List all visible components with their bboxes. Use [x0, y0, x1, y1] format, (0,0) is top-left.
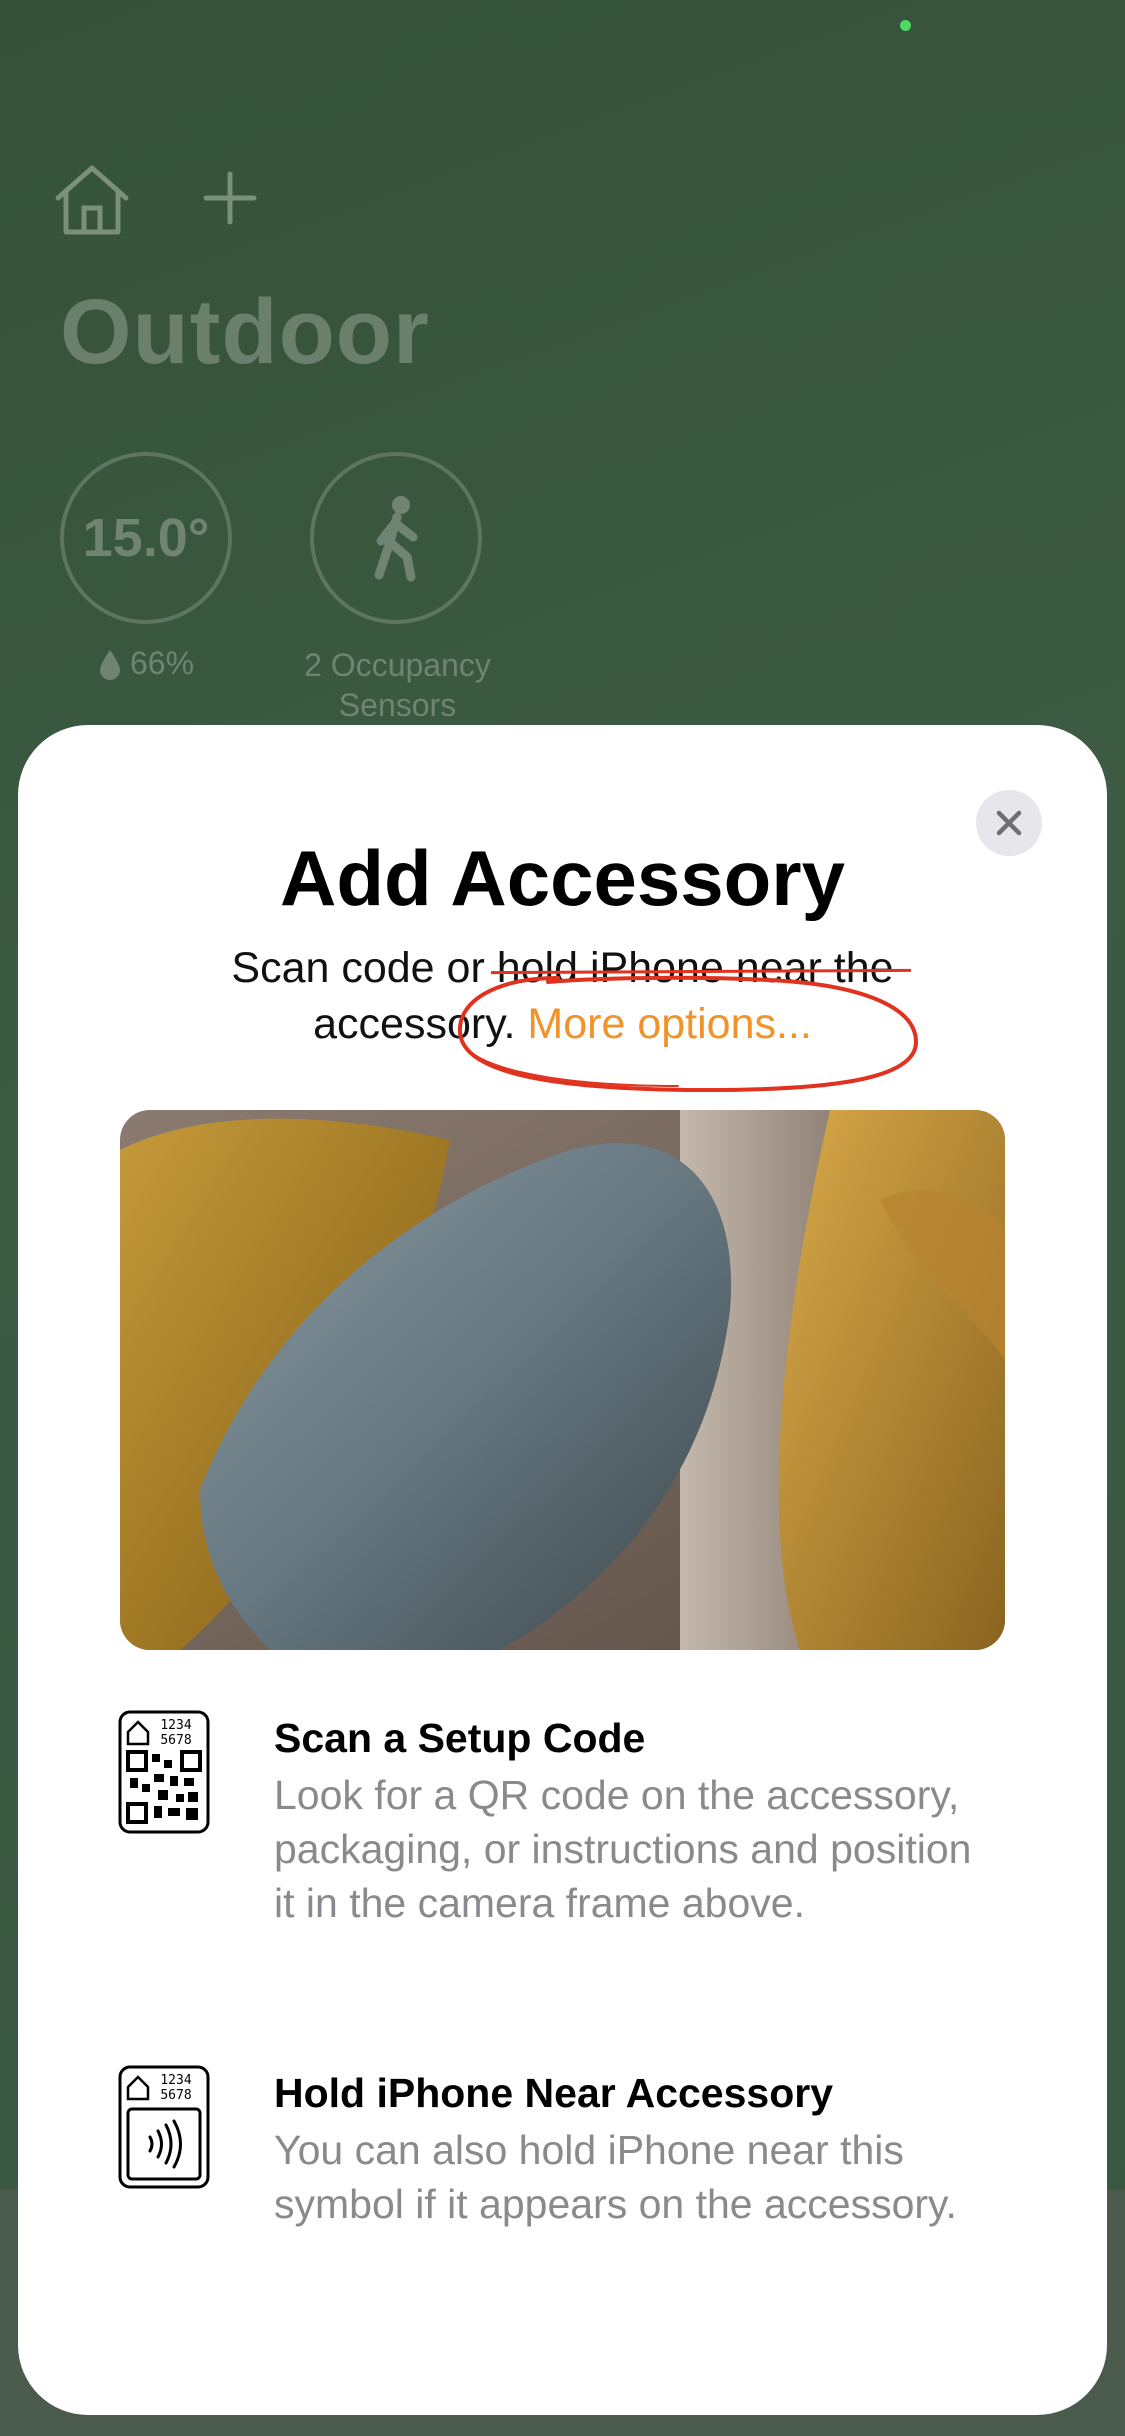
droplet-icon: [99, 649, 120, 680]
add-accessory-sheet: Add Accessory Scan code or hold iPhone n…: [18, 725, 1107, 2415]
house-icon[interactable]: [52, 160, 132, 240]
sheet-title: Add Accessory: [279, 834, 845, 922]
camera-feed-image: [120, 1110, 1005, 1650]
occupancy-label: 2 Occupancy Sensors: [304, 647, 491, 723]
nfc-number-bottom: 5678: [160, 2088, 191, 2103]
camera-viewfinder: [120, 1110, 1005, 1650]
nfc-number-top: 1234: [160, 2073, 191, 2088]
status-indicator-dot: [900, 20, 911, 31]
occupancy-tile[interactable]: [310, 452, 482, 624]
scan-setup-code-description: Look for a QR code on the accessory, pac…: [274, 1772, 972, 1926]
humidity-label: 66%: [60, 645, 232, 682]
walking-person-icon: [374, 496, 418, 582]
temperature-value: 15.0°: [82, 508, 210, 568]
temperature-tile[interactable]: 15.0°: [60, 452, 232, 624]
hold-iphone-description: You can also hold iPhone near this symbo…: [274, 2127, 957, 2227]
qr-number-top: 1234: [160, 1718, 191, 1733]
qr-number-bottom: 5678: [160, 1733, 191, 1748]
nfc-tag-icon: 1234 5678: [118, 2065, 210, 2189]
plus-icon[interactable]: [200, 168, 260, 228]
qr-code-icon: 1234 5678: [118, 1710, 210, 1834]
page-title: Outdoor: [60, 281, 430, 383]
annotation-circle: [457, 975, 919, 1093]
scan-setup-code-title: Scan a Setup Code: [274, 1715, 646, 1761]
hold-iphone-title: Hold iPhone Near Accessory: [274, 2070, 834, 2116]
humidity-value: 66%: [129, 645, 195, 681]
